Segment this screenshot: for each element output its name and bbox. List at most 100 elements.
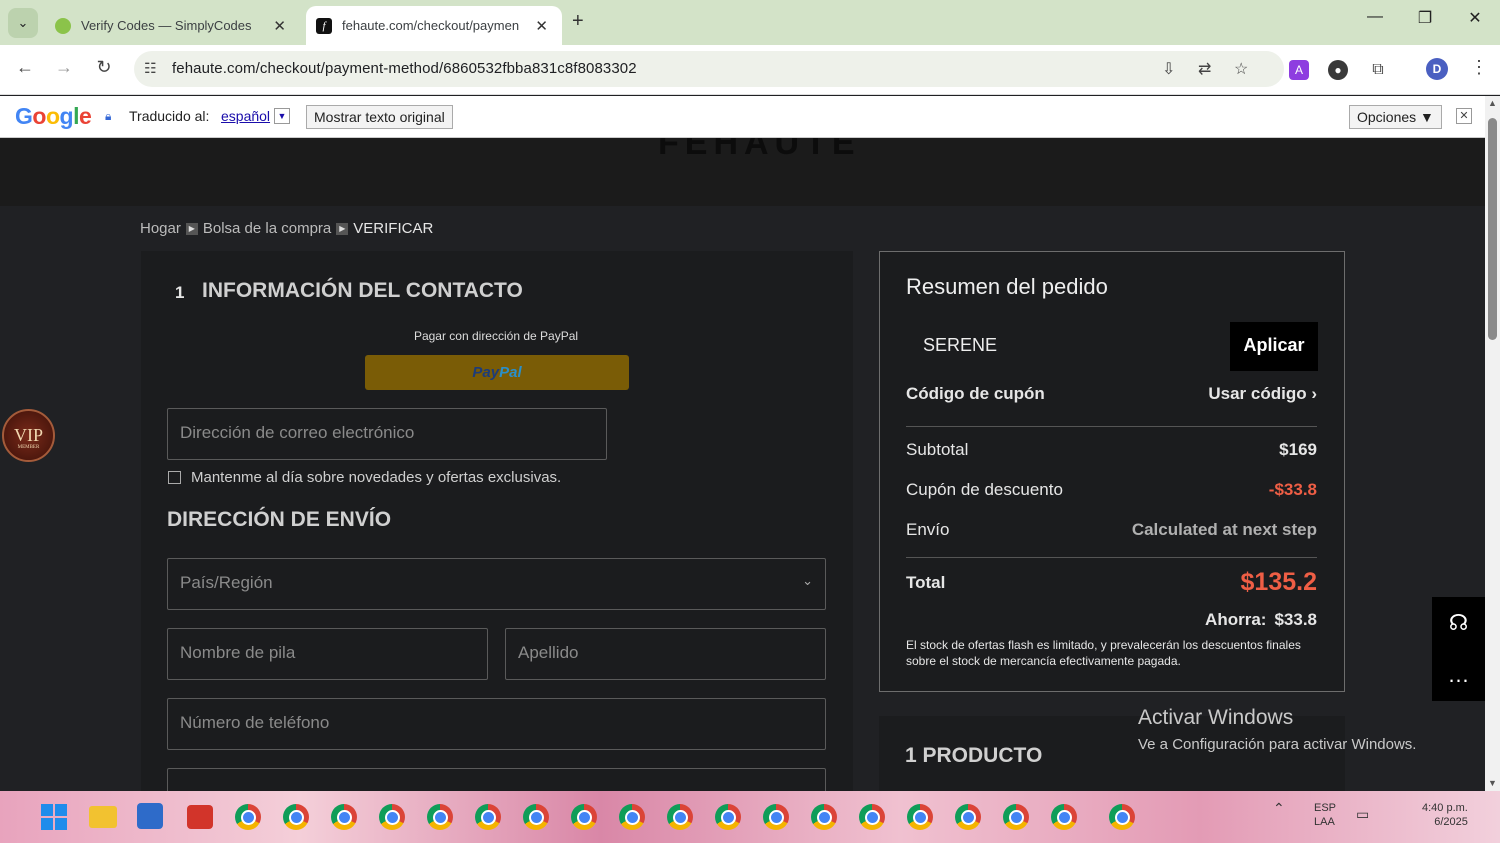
scrollbar-thumb[interactable]: [1488, 118, 1497, 340]
new-tab-plus-icon[interactable]: +: [572, 10, 584, 33]
restore-window-icon[interactable]: ❐: [1410, 8, 1440, 28]
activate-windows-subtitle: Ve a Configuración para activar Windows.: [1138, 736, 1417, 753]
fehaute-favicon-icon: f: [316, 17, 332, 34]
newsletter-option[interactable]: Mantenme al día sobre novedades y oferta…: [168, 469, 561, 486]
use-code-link[interactable]: Usar código ›: [1208, 384, 1317, 404]
tab-title: fehaute.com/checkout/paymen: [342, 18, 520, 33]
chrome-icon[interactable]: [1109, 804, 1135, 830]
address-field[interactable]: [167, 768, 826, 791]
translate-language-link[interactable]: español: [221, 108, 270, 124]
extension-a-icon[interactable]: A: [1289, 60, 1309, 80]
chrome-icon[interactable]: [283, 804, 309, 830]
network-icon[interactable]: ▭: [1356, 807, 1369, 821]
order-summary-title: Resumen del pedido: [906, 274, 1108, 299]
brand-logo[interactable]: FEHAUTE: [658, 138, 861, 163]
subtotal-row: Subtotal $169: [906, 440, 1317, 460]
windows-start-icon[interactable]: [41, 804, 67, 830]
reload-icon[interactable]: ↻: [91, 57, 117, 78]
chrome-icon[interactable]: [859, 804, 885, 830]
extension-agent-icon[interactable]: ●: [1328, 60, 1348, 80]
close-tab-icon[interactable]: ✕: [535, 17, 548, 35]
scroll-down-arrow-icon[interactable]: ▼: [1488, 778, 1497, 788]
activate-windows-title: Activar Windows: [1138, 706, 1294, 729]
page-scrollbar[interactable]: ▲ ▼: [1485, 96, 1500, 791]
chrome-icon[interactable]: [907, 804, 933, 830]
tab-search-chevron-icon[interactable]: ⌄: [8, 8, 38, 38]
customer-support-headset-icon[interactable]: ☊: [1432, 597, 1485, 649]
profile-avatar[interactable]: D: [1426, 58, 1448, 80]
total-row: Total $135.2: [906, 568, 1317, 597]
lock-icon: 🔒︎: [105, 109, 112, 123]
google-translate-bar: Google 🔒︎ Traducido al: español ▼ Mostra…: [0, 96, 1485, 138]
shipping-row: Envío Calculated at next step: [906, 520, 1317, 540]
show-hidden-icons-chevron-icon[interactable]: ⌃: [1273, 801, 1285, 815]
file-explorer-icon[interactable]: [89, 806, 117, 828]
translate-icon[interactable]: ⇄: [1198, 59, 1211, 79]
paypal-label: Pagar con dirección de PayPal: [413, 329, 579, 343]
translated-to-label: Traducido al:: [129, 108, 210, 124]
more-menu-icon[interactable]: ⋮: [1470, 57, 1488, 78]
breadcrumb-home[interactable]: Hogar: [140, 220, 181, 237]
chrome-icon[interactable]: [475, 804, 501, 830]
close-tab-icon[interactable]: ✕: [273, 17, 286, 35]
chrome-icon[interactable]: [811, 804, 837, 830]
chrome-icon[interactable]: [619, 804, 645, 830]
minimize-window-icon[interactable]: —: [1360, 8, 1390, 26]
first-name-field[interactable]: Nombre de pila: [167, 628, 488, 680]
forward-arrow-icon[interactable]: →: [51, 57, 77, 78]
input-language-indicator[interactable]: ESP LAA: [1314, 801, 1336, 829]
country-select[interactable]: País/Región ⌄: [167, 558, 826, 610]
address-bar[interactable]: ☷ fehaute.com/checkout/payment-method/68…: [134, 51, 1284, 87]
system-clock[interactable]: 4:40 p.m. 6/2025: [1422, 801, 1468, 829]
chrome-icon[interactable]: [1051, 804, 1077, 830]
extensions-puzzle-icon[interactable]: ⧉: [1368, 60, 1388, 80]
shipping-section-title: DIRECCIÓN DE ENVÍO: [167, 508, 392, 531]
chrome-icon[interactable]: [1003, 804, 1029, 830]
show-original-button[interactable]: Mostrar texto original: [306, 105, 453, 129]
vip-member-badge[interactable]: VIP MEMBER: [2, 409, 55, 462]
paypal-button[interactable]: PayPal: [365, 355, 629, 390]
close-translate-bar-icon[interactable]: ✕: [1456, 108, 1472, 124]
windows-activation-watermark: Activar Windows Ve a Configuración para …: [1138, 706, 1416, 753]
email-field[interactable]: Dirección de correo electrónico: [167, 408, 607, 460]
language-dropdown-icon[interactable]: ▼: [274, 108, 290, 124]
tab-verify-codes[interactable]: Verify Codes — SimplyCodes ✕: [45, 6, 300, 45]
chrome-icon[interactable]: [235, 804, 261, 830]
savings-value: $33.8: [1274, 610, 1317, 629]
tab-title: Verify Codes — SimplyCodes: [81, 18, 252, 33]
chrome-icon[interactable]: [331, 804, 357, 830]
tab-checkout[interactable]: f fehaute.com/checkout/paymen ✕: [306, 6, 562, 45]
app-icon[interactable]: [187, 805, 213, 829]
bookmark-star-icon[interactable]: ☆: [1234, 59, 1248, 79]
apply-coupon-button[interactable]: Aplicar: [1230, 322, 1318, 371]
back-arrow-icon[interactable]: ←: [12, 57, 38, 78]
microsoft-store-icon[interactable]: [137, 803, 163, 829]
chrome-icon[interactable]: [955, 804, 981, 830]
discount-value: -$33.8: [1268, 480, 1317, 499]
close-window-icon[interactable]: ✕: [1460, 8, 1490, 28]
newsletter-checkbox[interactable]: [168, 471, 181, 484]
url-text[interactable]: fehaute.com/checkout/payment-method/6860…: [172, 60, 637, 77]
google-logo: Google: [15, 103, 92, 129]
phone-field[interactable]: Número de teléfono: [167, 698, 826, 750]
site-info-icon[interactable]: ☷: [144, 60, 157, 77]
translate-options-button[interactable]: Opciones ▼: [1349, 105, 1442, 129]
chrome-icon[interactable]: [523, 804, 549, 830]
chrome-icon[interactable]: [715, 804, 741, 830]
divider: [906, 557, 1317, 558]
country-select-placeholder: País/Región: [180, 573, 273, 592]
browser-tab-bar: ⌄ Verify Codes — SimplyCodes ✕ f fehaute…: [0, 0, 1500, 45]
breadcrumb-bag[interactable]: Bolsa de la compra: [203, 220, 331, 237]
chrome-icon[interactable]: [763, 804, 789, 830]
chrome-icon[interactable]: [571, 804, 597, 830]
chat-message-icon[interactable]: …: [1432, 649, 1485, 701]
install-app-icon[interactable]: ⇩: [1162, 59, 1175, 79]
last-name-field[interactable]: Apellido: [505, 628, 826, 680]
chrome-icon[interactable]: [667, 804, 693, 830]
subtotal-label: Subtotal: [906, 440, 969, 459]
coupon-input[interactable]: SERENE: [906, 322, 1230, 371]
contact-section-title: INFORMACIÓN DEL CONTACTO: [202, 279, 523, 302]
chrome-icon[interactable]: [427, 804, 453, 830]
chrome-icon[interactable]: [379, 804, 405, 830]
scroll-up-arrow-icon[interactable]: ▲: [1488, 98, 1497, 108]
